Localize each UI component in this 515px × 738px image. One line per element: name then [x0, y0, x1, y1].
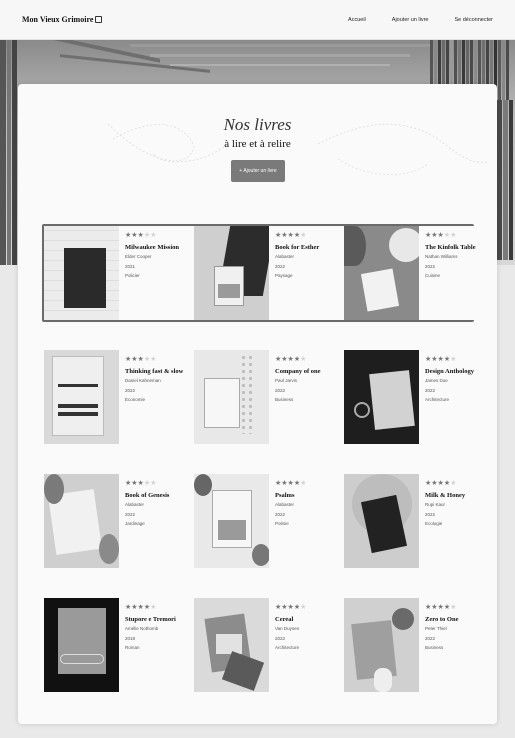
- book-card[interactable]: ★★★★★ Cereal Van Duysen 2022 Architectur…: [194, 598, 334, 692]
- book-title: Book for Esther: [275, 244, 320, 251]
- book-genre: Poésie: [275, 521, 289, 526]
- book-card[interactable]: ★★★★★ Book for Esther Alabaster 2022 Pay…: [194, 226, 334, 320]
- book-genre: Architecture: [275, 645, 300, 650]
- book-year: 2018: [125, 635, 136, 641]
- nav-home-link[interactable]: Accueil: [348, 17, 366, 23]
- book-card[interactable]: ★★★★★ Design Anthology James Doe 2022 Ar…: [344, 350, 484, 444]
- book-year: 2022: [125, 511, 136, 517]
- rating-stars: ★★★★★: [275, 356, 307, 363]
- book-title: Design Anthology: [425, 368, 474, 375]
- book-cover-image: [344, 226, 419, 320]
- book-year: 2022: [275, 635, 286, 641]
- book-year: 2022: [425, 387, 436, 393]
- book-cover-image: [344, 598, 419, 692]
- book-title: Thinking fast & slow: [125, 368, 184, 375]
- book-title: Milk & Honey: [425, 492, 466, 499]
- book-author: James Doe: [425, 378, 448, 383]
- book-genre: Economie: [125, 397, 146, 402]
- logo-text: Mon Vieux Grimoire: [22, 15, 94, 24]
- book-cover-image: [44, 598, 119, 692]
- rating-stars: ★★★★★: [125, 480, 157, 487]
- book-card[interactable]: ★★★★★ Milwaukee Mission Elder Cooper 202…: [44, 226, 184, 320]
- book-card[interactable]: ★★★★★ Milk & Honey Rupi Kaur 2022 Ecolog…: [344, 474, 484, 568]
- nav-add-book-link[interactable]: Ajouter un livre: [392, 17, 429, 23]
- book-author: Nathan Williams: [425, 254, 458, 259]
- book-cover-image: [344, 474, 419, 568]
- rating-stars: ★★★★★: [125, 232, 157, 239]
- book-year: 2022: [275, 511, 286, 517]
- book-cover-image: [194, 474, 269, 568]
- book-title: Milwaukee Mission: [125, 244, 179, 251]
- book-card[interactable]: ★★★★★ Thinking fast & slow Daniel Kahnem…: [44, 350, 184, 444]
- book-cover-image: [194, 350, 269, 444]
- book-cover-image: [44, 350, 119, 444]
- rating-stars: ★★★★★: [425, 604, 457, 611]
- book-year: 2022: [275, 387, 286, 393]
- page-subtitle: à lire et à relire: [224, 138, 291, 150]
- book-author: Van Duysen: [275, 626, 300, 631]
- book-author: Daniel Kahneman: [125, 378, 161, 383]
- book-genre: Jardinage: [125, 521, 145, 526]
- rating-stars: ★★★★★: [275, 232, 307, 239]
- book-icon: [95, 16, 103, 23]
- rating-stars: ★★★★★: [125, 604, 157, 611]
- book-author: Alabaster: [275, 502, 295, 507]
- book-cover-image: [194, 226, 269, 320]
- book-genre: Policier: [125, 273, 140, 278]
- book-title: Company of one: [275, 368, 321, 375]
- book-year: 2021: [125, 263, 136, 269]
- rating-stars: ★★★★★: [125, 356, 157, 363]
- nav-logout-link[interactable]: Se déconnecter: [454, 17, 493, 23]
- book-title: The Kinfolk Table: [425, 244, 476, 251]
- rating-stars: ★★★★★: [275, 604, 307, 611]
- site-logo[interactable]: Mon Vieux Grimoire: [22, 15, 103, 24]
- rating-stars: ★★★★★: [425, 356, 457, 363]
- rating-stars: ★★★★★: [275, 480, 307, 487]
- book-genre: Paysage: [275, 273, 293, 278]
- book-year: 2022: [425, 635, 436, 641]
- book-genre: Ecologie: [425, 521, 443, 526]
- book-cover-image: [194, 598, 269, 692]
- rating-stars: ★★★★★: [425, 480, 457, 487]
- rating-stars: ★★★★★: [425, 232, 457, 239]
- book-card[interactable]: ★★★★★ Stupore e Tremori Amélie Nothomb 2…: [44, 598, 184, 692]
- book-title: Stupore e Tremori: [125, 616, 176, 623]
- book-card[interactable]: ★★★★★ Book of Genesis Alabaster 2022 Jar…: [44, 474, 184, 568]
- book-year: 2022: [425, 511, 436, 517]
- book-title: Book of Genesis: [125, 492, 170, 499]
- book-title: Cereal: [275, 616, 294, 623]
- add-book-button[interactable]: + Ajouter un livre: [231, 160, 285, 182]
- book-cover-image: [344, 350, 419, 444]
- book-title: Zero to One: [425, 616, 459, 623]
- book-genre: Business: [425, 645, 444, 650]
- book-author: Paul Jarvis: [275, 378, 298, 383]
- top-navbar: Mon Vieux Grimoire Accueil Ajouter un li…: [0, 0, 515, 40]
- book-author: Alabaster: [125, 502, 145, 507]
- books-panel: Nos livres à lire et à relire + Ajouter …: [18, 84, 497, 724]
- book-author: Rupi Kaur: [425, 502, 446, 507]
- book-year: 2022: [125, 387, 136, 393]
- book-card[interactable]: ★★★★★ The Kinfolk Table Nathan Williams …: [344, 226, 484, 320]
- book-cover-image: [44, 474, 119, 568]
- book-author: Amélie Nothomb: [125, 626, 159, 631]
- book-author: Peter Thiel: [425, 626, 447, 631]
- book-genre: Business: [275, 397, 294, 402]
- book-author: Alabaster: [275, 254, 295, 259]
- book-genre: Cuisine: [425, 273, 441, 278]
- book-title: Psalms: [275, 492, 295, 499]
- book-author: Elder Cooper: [125, 254, 152, 259]
- book-card[interactable]: ★★★★★ Psalms Alabaster 2022 Poésie: [194, 474, 334, 568]
- book-cover-image: [44, 226, 119, 320]
- book-card[interactable]: ★★★★★ Company of one Paul Jarvis 2022 Bu…: [194, 350, 334, 444]
- book-year: 2022: [275, 263, 286, 269]
- book-genre: Roman: [125, 645, 140, 650]
- book-card[interactable]: ★★★★★ Zero to One Peter Thiel 2022 Busin…: [344, 598, 484, 692]
- main-nav: Accueil Ajouter un livre Se déconnecter: [348, 17, 493, 23]
- page-title: Nos livres: [223, 115, 292, 134]
- book-year: 2022: [425, 263, 436, 269]
- book-genre: Architecture: [425, 397, 450, 402]
